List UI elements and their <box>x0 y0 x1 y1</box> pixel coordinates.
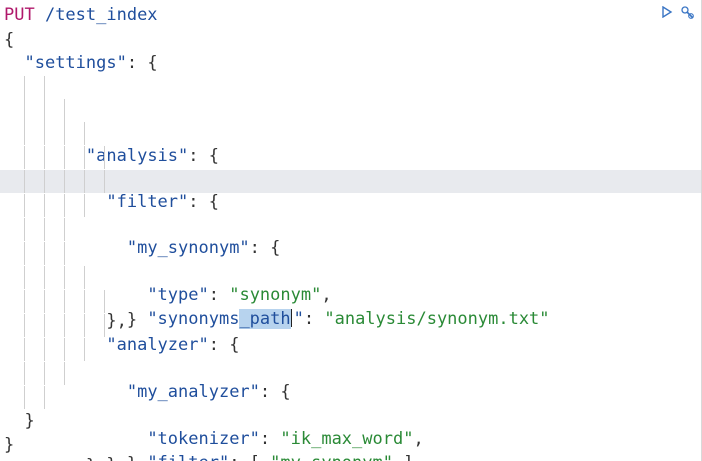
code-line-8[interactable]: "synonyms_path ": "analysis/synonym.txt" <box>0 170 701 329</box>
code-line-14[interactable]: "filter": [ "my_synonym" ] <box>0 314 701 461</box>
code-line-19[interactable]: } <box>0 434 701 457</box>
http-method: PUT <box>4 5 35 25</box>
code-line-3[interactable]: "settings": { <box>0 52 701 75</box>
code-line-15[interactable]: } <box>0 338 701 461</box>
code-line-18[interactable]: } <box>0 410 701 433</box>
code-editor[interactable]: PUT /test_index { "settings": { "analysi… <box>0 0 702 461</box>
code-line-16[interactable]: } <box>0 362 701 461</box>
brace-close: } <box>4 435 15 455</box>
code-line-7[interactable]: "type": "synonym", <box>0 146 701 305</box>
code-line-6[interactable]: "my_synonym": { <box>0 122 701 258</box>
code-line-2[interactable]: { <box>0 29 701 52</box>
brace-open: { <box>4 30 15 50</box>
code-line-9[interactable]: } <box>0 194 701 330</box>
code-line-17[interactable]: } <box>0 386 701 461</box>
code-line-1[interactable]: PUT /test_index <box>0 4 701 27</box>
code-line-5[interactable]: "filter": { <box>0 99 701 212</box>
code-line-12[interactable]: "my_analyzer": { <box>0 266 701 402</box>
request-path: /test_index <box>34 5 158 25</box>
code-line-4[interactable]: "analysis": { <box>0 76 701 166</box>
code-line-10[interactable]: }, <box>0 218 701 331</box>
code-line-13[interactable]: "tokenizer": "ik_max_word", <box>0 290 701 449</box>
code-line-11[interactable]: "analyzer": { <box>0 242 701 355</box>
settings-key: "settings" <box>24 53 127 73</box>
